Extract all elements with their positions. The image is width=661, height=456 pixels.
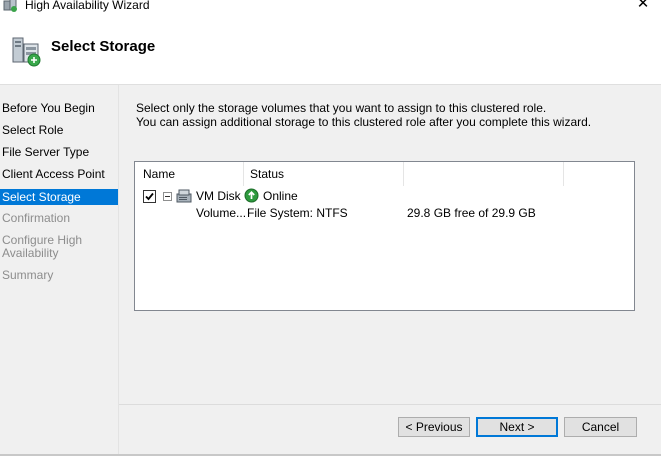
- wizard-steps-nav: Before You Begin Select Role File Server…: [0, 85, 118, 456]
- column-header-status[interactable]: Status: [250, 162, 284, 186]
- cancel-button[interactable]: Cancel: [564, 417, 637, 437]
- column-divider[interactable]: [563, 162, 564, 186]
- next-button[interactable]: Next >: [476, 417, 558, 437]
- storage-list[interactable]: Name Status VM Disk Online Volume... Fil…: [134, 161, 635, 311]
- column-header-name[interactable]: Name: [143, 162, 175, 186]
- checkmark-icon: [145, 192, 154, 201]
- close-button[interactable]: ✕: [626, 0, 660, 13]
- volume-name[interactable]: Volume...: [196, 206, 246, 220]
- nav-item-before-you-begin[interactable]: Before You Begin: [0, 102, 118, 115]
- cluster-app-icon: [3, 0, 17, 12]
- storage-wizard-icon: [12, 37, 41, 67]
- disk-name[interactable]: VM Disk: [196, 189, 241, 203]
- volume-filesystem: File System: NTFS: [247, 206, 348, 220]
- column-divider[interactable]: [403, 162, 404, 186]
- disk-icon: [176, 189, 192, 203]
- window-title: High Availability Wizard: [25, 0, 150, 12]
- wizard-header: Select Storage: [0, 14, 661, 84]
- nav-item-file-server-type[interactable]: File Server Type: [0, 146, 118, 159]
- previous-button[interactable]: < Previous: [398, 417, 470, 437]
- page-title: Select Storage: [51, 38, 156, 55]
- vm-disk-checkbox[interactable]: [143, 190, 156, 203]
- instruction-line-1: Select only the storage volumes that you…: [136, 101, 547, 115]
- nav-item-select-role[interactable]: Select Role: [0, 124, 118, 137]
- nav-item-confirmation: Confirmation: [2, 211, 71, 225]
- nav-item-summary: Summary: [2, 268, 54, 282]
- nav-item-configure-high-availability: Configure High Availability: [2, 233, 83, 260]
- disk-status: Online: [263, 189, 298, 203]
- online-status-icon: [244, 188, 259, 203]
- instruction-line-2: You can assign additional storage to thi…: [136, 115, 592, 129]
- volume-free-space: 29.8 GB free of 29.9 GB: [407, 206, 536, 220]
- title-bar: High Availability Wizard ✕: [0, 0, 661, 14]
- nav-item-client-access-point[interactable]: Client Access Point: [0, 168, 118, 181]
- nav-item-select-storage[interactable]: Select Storage: [0, 189, 118, 205]
- collapse-toggle[interactable]: [163, 192, 172, 201]
- column-divider[interactable]: [243, 162, 244, 186]
